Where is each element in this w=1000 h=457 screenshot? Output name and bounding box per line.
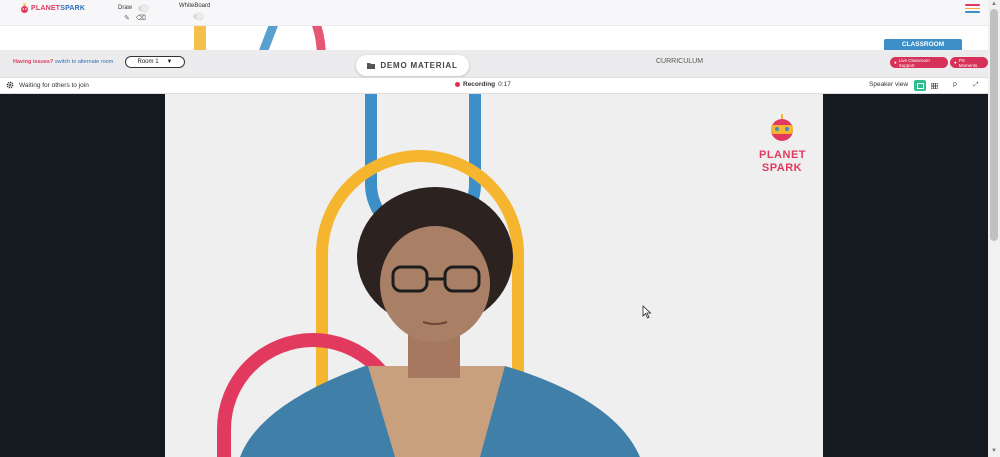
meeting-toolbar: Waiting for others to join Recording 0:1… [0, 77, 988, 94]
issues-text: Having issues? [13, 59, 54, 65]
waiting-text: Waiting for others to join [19, 81, 89, 89]
speaker-view-label: Speaker view [869, 81, 909, 88]
fullscreen-icon[interactable]: ⤢ [970, 80, 982, 91]
issues-notice: Having issues? switch to alternate room [13, 59, 113, 65]
room-select-value: Room 1 [137, 59, 159, 65]
planetspark-stage-logo [771, 114, 793, 141]
hamburger-menu-icon[interactable] [965, 4, 980, 13]
live-classroom-support-button[interactable]: ● Live Classroom Support [890, 57, 948, 68]
chevron-down-icon: ▼ [166, 59, 173, 65]
brand-logo[interactable]: PLANETSPARK [20, 3, 85, 14]
alternate-room-link[interactable]: switch to alternate room [55, 59, 113, 65]
speaker-video[interactable]: PLANET SPARK [165, 94, 823, 457]
recording-indicator: Recording 0:17 [455, 81, 511, 88]
demo-material-label: DEMO MATERIAL [380, 61, 458, 70]
video-background-graphic [217, 94, 793, 457]
stage-logo-line1: PLANET [759, 149, 806, 161]
classroom-header: Having issues? switch to alternate room … [0, 39, 988, 77]
folder-icon [367, 63, 376, 69]
tab-curriculum[interactable]: CURRICULUM [656, 58, 703, 65]
speaker-view-icon[interactable] [914, 80, 926, 91]
video-area: PLANET SPARK [0, 94, 988, 457]
room-select[interactable]: Room 1 ▼ [125, 56, 185, 68]
p-button[interactable]: P [949, 80, 961, 91]
support-icon: ● [894, 60, 897, 65]
camera-icon: ● [954, 60, 957, 65]
whiteboard-toggle[interactable] [193, 13, 203, 20]
recording-time: 0:17 [498, 81, 511, 88]
whiteboard-label: WhiteBoard [179, 3, 211, 9]
eraser-icon[interactable]: ⌫ [136, 14, 146, 22]
recording-label: Recording [463, 81, 496, 88]
app-root: PLANETSPARK Draw ✎ ⌫ WhiteBoard Having i… [0, 0, 1000, 457]
waiting-status: Waiting for others to join [6, 81, 89, 89]
tab-classroom[interactable]: CLASSROOM [884, 39, 962, 50]
scroll-up-icon[interactable]: ▲ [990, 1, 998, 7]
scroll-down-icon[interactable]: ▼ [990, 448, 998, 454]
gallery-view-icon[interactable] [928, 80, 940, 91]
top-bar: PLANETSPARK Draw ✎ ⌫ WhiteBoard [0, 0, 988, 26]
person-figure [240, 187, 640, 457]
draw-toggle[interactable] [138, 5, 148, 12]
recording-dot-icon [455, 82, 460, 87]
scrollbar-thumb[interactable] [990, 9, 998, 241]
cursor-icon [642, 305, 652, 319]
brand-logo-text: PLANETSPARK [31, 5, 86, 12]
page-scrollbar[interactable]: ▲ ▼ [988, 0, 1000, 457]
planetspark-logo-icon [21, 3, 28, 13]
pencil-icon[interactable]: ✎ [124, 14, 130, 22]
stage-logo-line2: SPARK [761, 162, 803, 174]
demo-material-button[interactable]: DEMO MATERIAL [356, 55, 469, 76]
gear-icon[interactable] [6, 81, 14, 89]
draw-label: Draw [118, 5, 133, 11]
ps-moments-button[interactable]: ● PS Moments [950, 57, 988, 68]
